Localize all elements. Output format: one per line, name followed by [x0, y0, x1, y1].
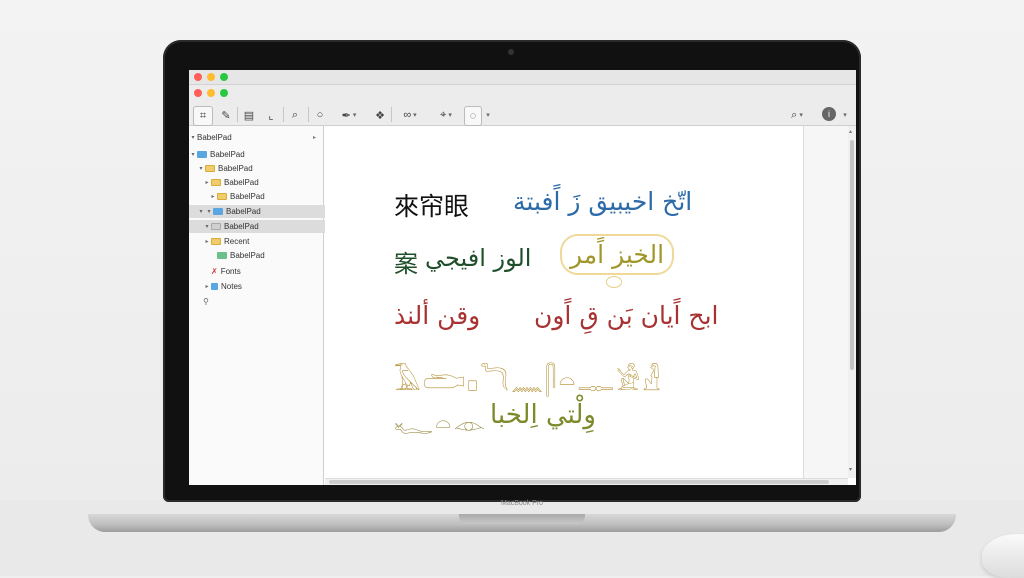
text-line-1-cjk: 來帘眼: [394, 192, 470, 221]
draw-icon[interactable]: ✒ ▾: [337, 106, 361, 124]
sidebar-item[interactable]: ▸ Notes: [189, 280, 336, 293]
scroll-thumb[interactable]: [329, 480, 829, 484]
vertical-scrollbar[interactable]: ▴ ▾: [848, 126, 856, 478]
folder-icon: [217, 193, 227, 200]
text-line-2-cjk: 案: [394, 250, 418, 278]
sidebar-item-label: BabelPad: [224, 222, 259, 231]
sidebar-item-label: BabelPad: [210, 150, 245, 159]
laptop-brand: MacBook Pro: [500, 500, 544, 507]
sidebar-item-label: Recent: [224, 237, 250, 246]
text-line-5-arabic: وِلْتي اِلخبا: [490, 400, 596, 430]
zoom-icon[interactable]: [220, 89, 228, 97]
sidebar-header-label: BabelPad: [197, 133, 232, 142]
minimize-icon[interactable]: [207, 89, 215, 97]
sidebar-item[interactable]: ▸ BabelPad: [189, 176, 336, 189]
toolbar: ⌗ ✎ ▤ ⌞ ⌕ ○ ✒ ▾ ❖ ∞ ▾ ⌖ ▾ ◌ ▾ ⌕ ▾ i ▾: [189, 85, 856, 126]
sidebar-item-label: BabelPad: [226, 207, 261, 216]
sidebar-item-label: Notes: [221, 282, 242, 291]
toolbar-divider: [237, 107, 238, 122]
chevron-down-icon[interactable]: ▾: [189, 134, 197, 141]
sidebar-item[interactable]: ▾ ▾ BabelPad: [189, 205, 330, 218]
text-line-1-arabic: اتّخ اخيبيق زَ اًفبتة: [513, 187, 693, 216]
fonts-icon: ✗: [211, 267, 218, 276]
folder-icon: [217, 252, 227, 259]
tag-icon[interactable]: ⌖ ▾: [434, 106, 458, 124]
folder-icon: [211, 179, 221, 186]
pen-tool-icon[interactable]: ⌗: [193, 106, 213, 126]
sidebar-item[interactable]: ▾ BabelPad: [189, 148, 322, 161]
document-canvas[interactable]: 來帘眼 اتّخ اخيبيق زَ اًفبتة 案 الوز افيجي ا…: [325, 126, 803, 478]
sidebar-item[interactable]: ▾ BabelPad: [189, 220, 336, 233]
annotation-bubble: [606, 276, 622, 288]
folder-icon: [211, 223, 221, 230]
folder-icon: [211, 238, 221, 245]
crop-icon[interactable]: ⌞: [264, 106, 278, 124]
chevron-down-icon[interactable]: ▾: [205, 208, 213, 215]
sidebar-item-label: BabelPad: [230, 251, 265, 260]
desk-surface: [0, 500, 1024, 576]
sidebar: ▾ BabelPad ▸ ▾ BabelPad ▾ BabelPad ▸ Bab…: [189, 126, 336, 485]
laptop-notch: [459, 514, 585, 524]
text-line-5-glyphs: 𓆑𓏏𓁹: [394, 410, 488, 440]
camera-icon: [508, 49, 514, 55]
close-icon[interactable]: [194, 89, 202, 97]
text-line-4-glyphs: 𓄿𓂧𓊪𓆓𓈖𓋴𓏏𓊃𓀀𓁐: [394, 366, 663, 397]
sidebar-item[interactable]: ▾ BabelPad: [189, 162, 330, 175]
scroll-thumb[interactable]: [850, 140, 854, 370]
chevron-down-icon[interactable]: ▾: [189, 151, 197, 158]
link-icon[interactable]: ∞ ▾: [398, 106, 422, 124]
zoom-icon[interactable]: ○: [314, 106, 326, 124]
search-icon[interactable]: ⌕ ▾: [785, 106, 809, 124]
sidebar-header[interactable]: ▾ BabelPad ▸: [189, 131, 322, 144]
horizontal-scrollbar[interactable]: [325, 478, 848, 485]
sidebar-item[interactable]: ⚲: [189, 295, 336, 308]
brush-icon[interactable]: ✎: [219, 106, 233, 124]
sidebar-item-label: BabelPad: [224, 178, 259, 187]
chevron-down-icon[interactable]: ▾: [203, 223, 211, 230]
chevron-down-icon[interactable]: ▾: [849, 466, 852, 473]
chevron-right-icon[interactable]: ▸: [203, 179, 211, 186]
chevron-right-icon[interactable]: ▸: [203, 283, 211, 290]
laptop-base: MacBook Pro: [88, 500, 956, 532]
chevron-up-icon[interactable]: ▴: [849, 128, 852, 135]
folder-icon: [197, 151, 207, 158]
chevron-down-icon[interactable]: ▾: [482, 106, 492, 124]
stamp-icon[interactable]: ❖: [373, 106, 387, 124]
text-line-2-highlight[interactable]: الخيز اًمر: [560, 234, 675, 275]
sidebar-item[interactable]: ▸ Recent: [189, 235, 336, 248]
chevron-right-icon[interactable]: ▸: [203, 238, 211, 245]
right-gutter: [803, 126, 849, 478]
chevron-down-icon[interactable]: ▾: [197, 208, 205, 215]
text-frame-icon[interactable]: ▤: [242, 106, 256, 124]
folder-icon: [213, 208, 223, 215]
search-icon[interactable]: ⌕: [288, 106, 302, 124]
chevron-right-icon[interactable]: ▸: [209, 193, 217, 200]
sidebar-item[interactable]: ▸ BabelPad: [189, 190, 342, 203]
title-bar: [189, 70, 856, 85]
folder-icon: [211, 283, 218, 290]
pin-icon: ⚲: [203, 297, 209, 306]
toolbar-divider: [283, 107, 284, 122]
toolbar-divider: [308, 107, 309, 122]
text-line-3-left: وقن ألنذ: [394, 301, 481, 330]
info-icon[interactable]: i: [822, 107, 836, 121]
folder-icon: [205, 165, 215, 172]
chevron-down-icon[interactable]: ▾: [197, 165, 205, 172]
minimize-icon[interactable]: [207, 73, 215, 81]
close-icon[interactable]: [194, 73, 202, 81]
toolbar-divider: [391, 107, 392, 122]
sidebar-item-label: BabelPad: [230, 192, 265, 201]
sidebar-item-label: BabelPad: [218, 164, 253, 173]
sidebar-item-label: Fonts: [220, 267, 241, 276]
text-line-3-right: ابح اًيان بَن قِ اًون: [534, 301, 719, 330]
sidebar-item[interactable]: ✗ Fonts: [189, 265, 344, 278]
chevron-down-icon[interactable]: ▾: [839, 106, 849, 124]
zoom-icon[interactable]: [220, 73, 228, 81]
app-window: ⌗ ✎ ▤ ⌞ ⌕ ○ ✒ ▾ ❖ ∞ ▾ ⌖ ▾ ◌ ▾ ⌕ ▾ i ▾ ▾ Babe…: [189, 70, 856, 485]
chevron-right-icon[interactable]: ▸: [313, 134, 316, 141]
shape-icon[interactable]: ◌: [464, 106, 482, 126]
text-line-2-arabic: الوز افيجي: [425, 244, 532, 272]
